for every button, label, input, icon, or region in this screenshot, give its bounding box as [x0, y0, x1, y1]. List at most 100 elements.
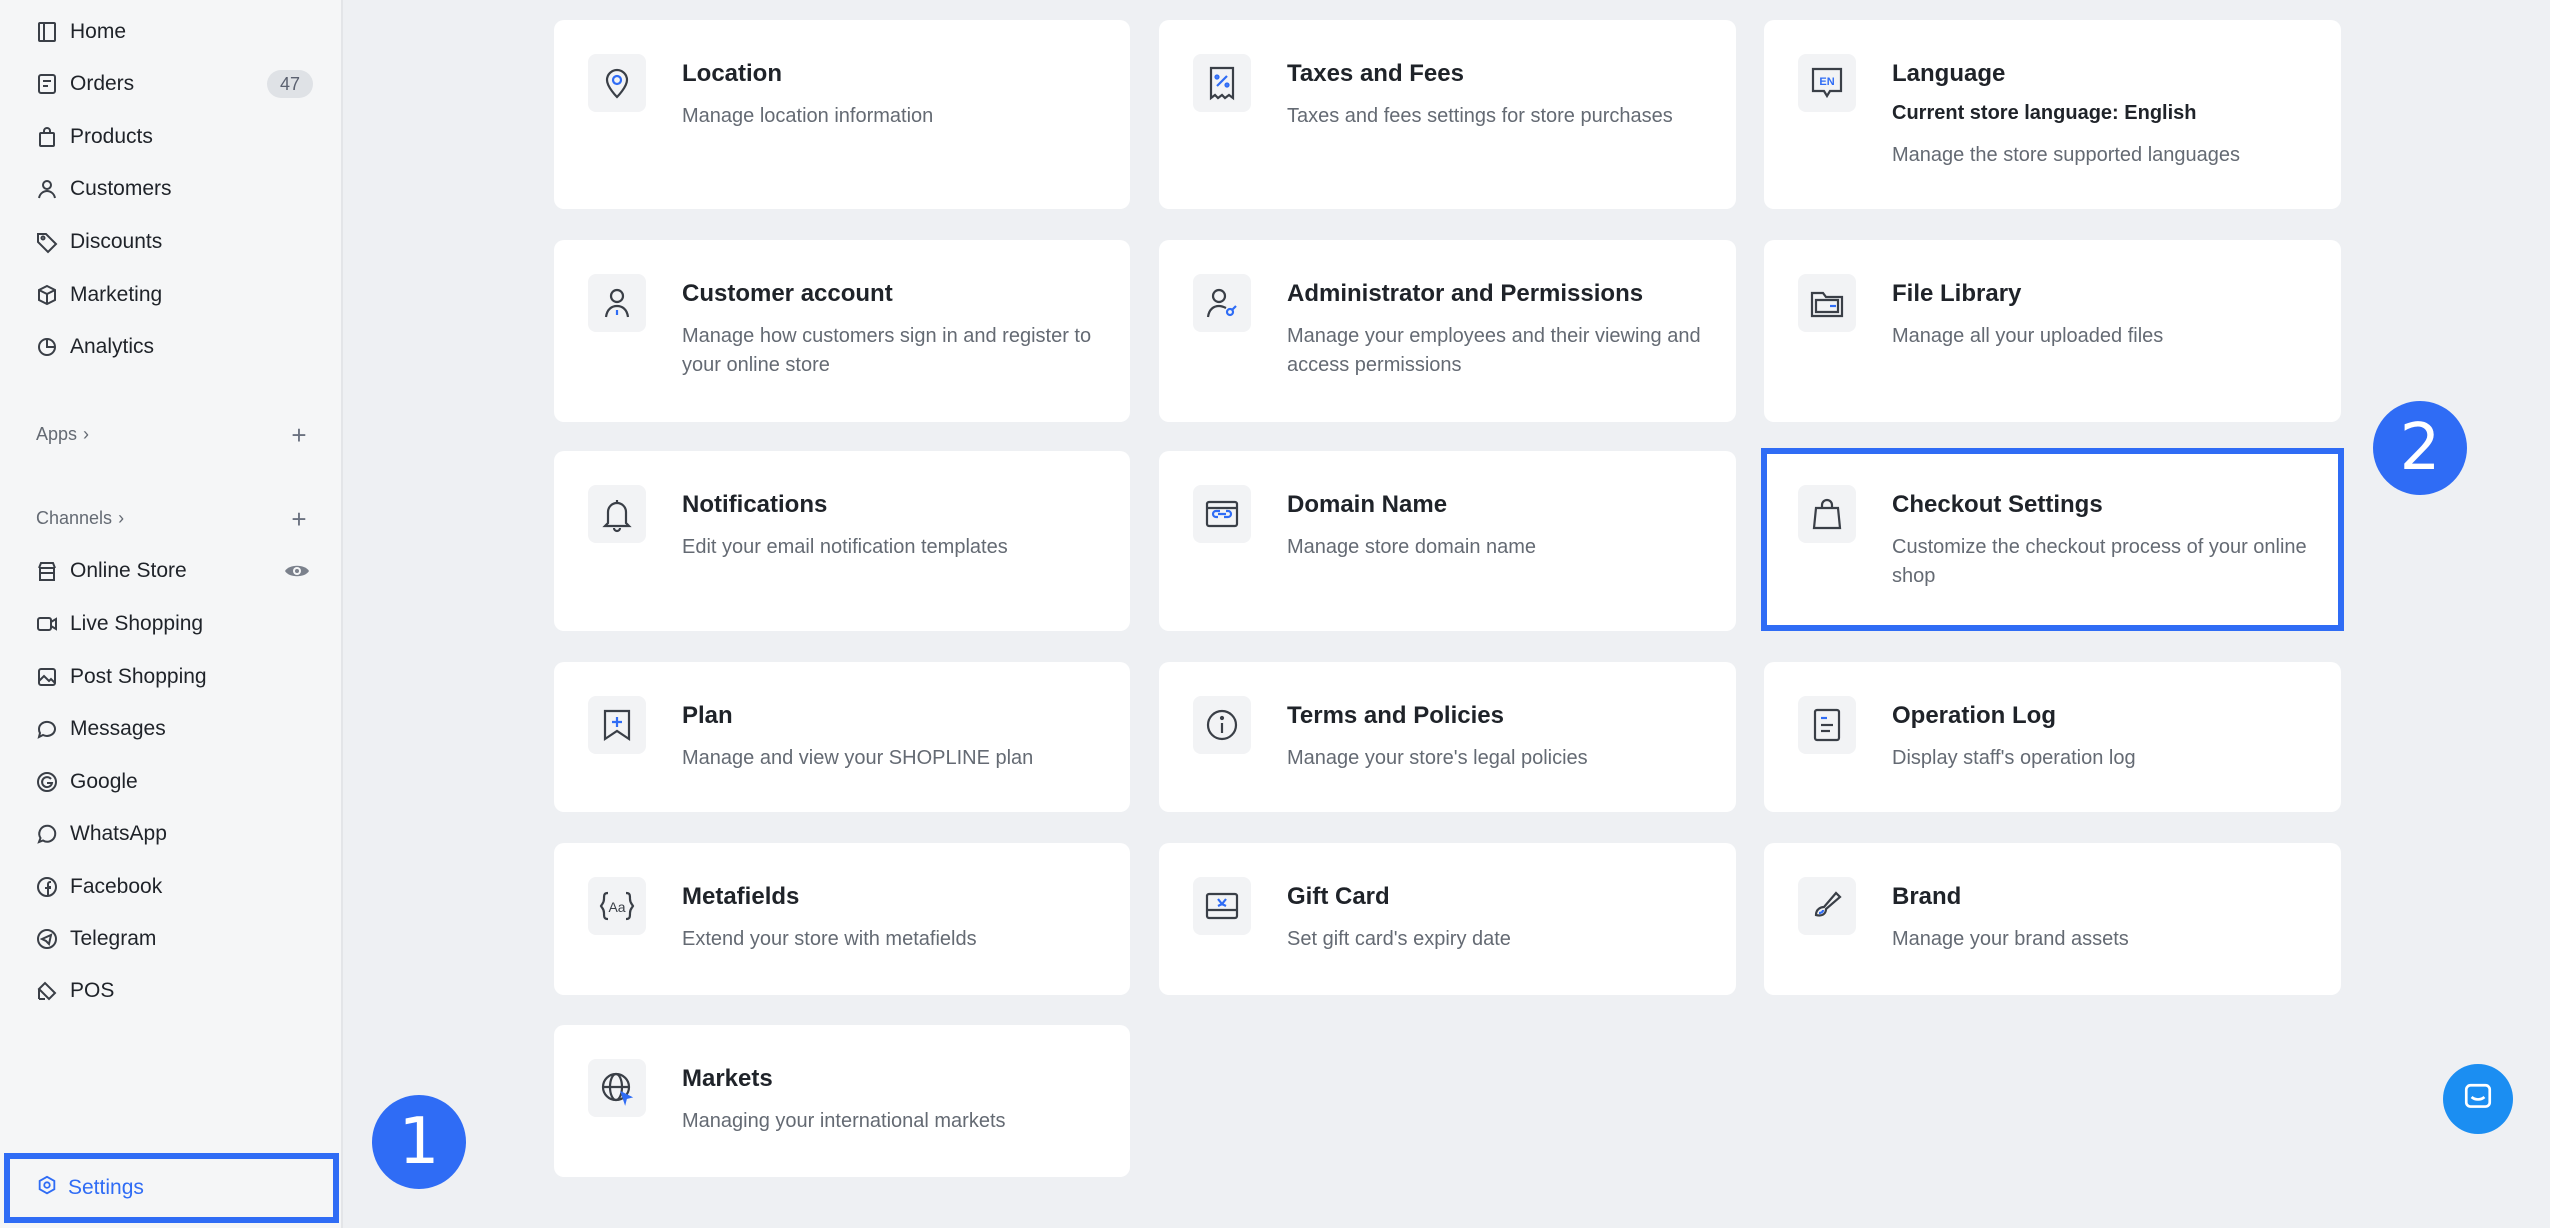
settings-card-gift-card[interactable]: Gift Card Set gift card's expiry date — [1159, 843, 1736, 995]
plan-bookmark-icon — [588, 696, 646, 754]
sidebar-item-messages[interactable]: Messages — [34, 709, 166, 749]
card-description: Manage and view your SHOPLINE plan — [682, 747, 1034, 769]
card-description: Set gift card's expiry date — [1287, 928, 1511, 950]
eye-icon[interactable] — [283, 560, 311, 582]
card-title: Plan — [682, 702, 733, 729]
settings-card-file-library[interactable]: File Library Manage all your uploaded fi… — [1764, 240, 2341, 422]
sidebar-item-products[interactable]: Products — [34, 117, 153, 157]
card-description: Manage store domain name — [1287, 536, 1537, 558]
store-icon — [34, 558, 60, 584]
sidebar-item-label: WhatsApp — [70, 822, 167, 845]
sidebar-item-home[interactable]: Home — [34, 12, 126, 52]
step-1-marker: 1 — [372, 1095, 466, 1189]
user-icon — [34, 176, 60, 202]
sidebar-item-google[interactable]: Google — [34, 762, 138, 802]
sidebar-item-pos[interactable]: POS — [34, 971, 114, 1011]
channels-section-toggle[interactable]: Channels › — [36, 508, 124, 529]
svg-text:EN: EN — [1819, 76, 1834, 88]
card-title: Location — [682, 60, 782, 87]
chevron-right-icon: › — [83, 424, 90, 444]
tag-icon — [34, 229, 60, 255]
card-description: Manage your brand assets — [1892, 928, 2129, 950]
sidebar-item-label: Customers — [70, 177, 172, 200]
card-description: Edit your email notification templates — [682, 536, 1008, 558]
folder-icon — [1798, 274, 1856, 332]
sidebar-item-label: Messages — [70, 717, 166, 740]
orders-count-badge: 47 — [267, 70, 313, 98]
sidebar-item-marketing[interactable]: Marketing — [34, 275, 162, 315]
sidebar-item-label: Marketing — [70, 283, 163, 306]
customer-account-icon — [588, 274, 646, 332]
admin-key-icon — [1193, 274, 1251, 332]
image-icon — [34, 664, 60, 690]
sidebar-item-label: Telegram — [70, 927, 157, 950]
card-title: Taxes and Fees — [1287, 60, 1464, 87]
sidebar-item-settings[interactable]: Settings — [4, 1153, 339, 1223]
card-title: File Library — [1892, 280, 2022, 307]
sidebar-item-label: Google — [70, 770, 138, 793]
google-icon — [34, 769, 60, 795]
apps-section-toggle[interactable]: Apps › — [36, 424, 89, 445]
sidebar-item-online-store[interactable]: Online Store — [34, 551, 187, 591]
settings-card-domain-name[interactable]: Domain Name Manage store domain name — [1159, 451, 1736, 631]
card-title: Language — [1892, 60, 2006, 87]
sidebar-item-customers[interactable]: Customers — [34, 169, 172, 209]
shopping-bag-icon — [1798, 485, 1856, 543]
sidebar-item-label: Analytics — [70, 335, 155, 358]
settings-card-notifications[interactable]: Notifications Edit your email notificati… — [554, 451, 1130, 631]
settings-card-operation-log[interactable]: Operation Log Display staff's operation … — [1764, 662, 2341, 812]
add-app-plus-icon[interactable]: + — [288, 422, 310, 448]
sidebar-item-label: Post Shopping — [70, 665, 207, 688]
settings-card-metafields[interactable]: Aa Metafields Extend your store with met… — [554, 843, 1130, 995]
add-channel-plus-icon[interactable]: + — [288, 506, 310, 532]
orders-icon — [34, 71, 60, 97]
log-document-icon — [1798, 696, 1856, 754]
home-icon — [34, 19, 60, 45]
bell-icon — [588, 485, 646, 543]
settings-card-checkout-settings[interactable]: Checkout Settings Customize the checkout… — [1761, 448, 2344, 631]
domain-link-icon — [1193, 485, 1251, 543]
sidebar-item-analytics[interactable]: Analytics — [34, 327, 154, 367]
settings-card-brand[interactable]: Brand Manage your brand assets — [1764, 843, 2341, 995]
card-title: Gift Card — [1287, 883, 1390, 910]
card-description: Customize the checkout process of your o… — [1892, 536, 2307, 587]
chat-support-button[interactable] — [2443, 1064, 2513, 1134]
receipt-percent-icon — [1193, 54, 1251, 112]
whatsapp-icon — [34, 821, 60, 847]
settings-card-plan[interactable]: Plan Manage and view your SHOPLINE plan — [554, 662, 1130, 812]
settings-card-markets[interactable]: Markets Managing your international mark… — [554, 1025, 1130, 1177]
settings-card-location[interactable]: Location Manage location information — [554, 20, 1130, 209]
pos-icon — [34, 978, 60, 1004]
settings-card-customer-account[interactable]: Customer account Manage how customers si… — [554, 240, 1130, 422]
sidebar-item-label: Products — [70, 125, 153, 148]
info-icon — [1193, 696, 1251, 754]
sidebar-item-discounts[interactable]: Discounts — [34, 222, 162, 262]
sidebar-item-telegram[interactable]: Telegram — [34, 919, 156, 959]
settings-card-terms-policies[interactable]: Terms and Policies Manage your store's l… — [1159, 662, 1736, 812]
sidebar-item-label: POS — [70, 979, 115, 1002]
gear-icon — [36, 1175, 58, 1202]
settings-card-language[interactable]: EN Language Current store language: Engl… — [1764, 20, 2341, 209]
card-description: Manage the store supported languages — [1892, 144, 2241, 166]
facebook-icon — [34, 874, 60, 900]
settings-card-taxes-and-fees[interactable]: Taxes and Fees Taxes and fees settings f… — [1159, 20, 1736, 209]
card-title: Terms and Policies — [1287, 702, 1504, 729]
video-icon — [34, 611, 60, 637]
chat-icon — [34, 716, 60, 742]
sidebar-item-facebook[interactable]: Facebook — [34, 867, 162, 907]
location-pin-icon — [588, 54, 646, 112]
gift-card-icon — [1193, 877, 1251, 935]
language-en-icon: EN — [1798, 54, 1856, 112]
channels-label: Channels — [36, 508, 113, 528]
sidebar: Home Orders 47 Products Customers Discou… — [0, 0, 343, 1228]
sidebar-item-orders[interactable]: Orders — [34, 64, 134, 104]
card-description: Display staff's operation log — [1892, 747, 2136, 769]
metafields-icon: Aa — [588, 877, 646, 935]
card-title: Domain Name — [1287, 491, 1448, 518]
sidebar-item-live-shopping[interactable]: Live Shopping — [34, 604, 203, 644]
sidebar-item-label: Home — [70, 20, 127, 43]
card-description: Manage location information — [682, 105, 934, 127]
sidebar-item-post-shopping[interactable]: Post Shopping — [34, 657, 207, 697]
settings-card-administrator-permissions[interactable]: Administrator and Permissions Manage you… — [1159, 240, 1736, 422]
sidebar-item-whatsapp[interactable]: WhatsApp — [34, 814, 167, 854]
